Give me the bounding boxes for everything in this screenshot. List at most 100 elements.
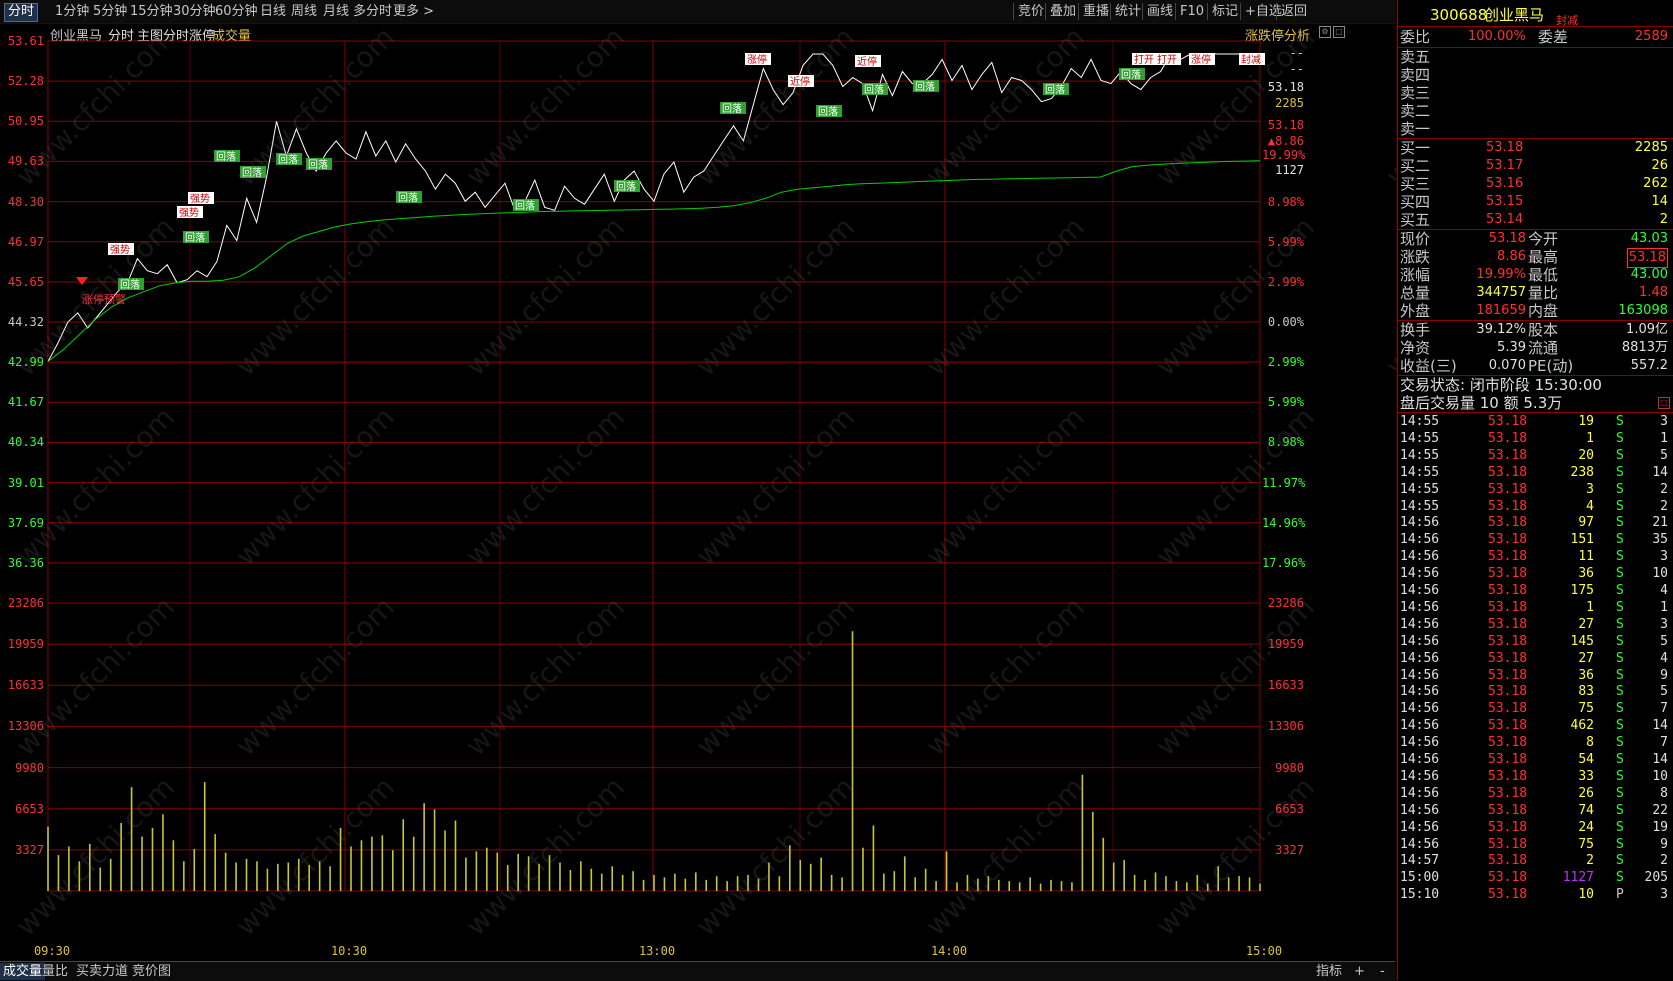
svg-text:封减: 封减: [1241, 53, 1261, 66]
tool-button-1[interactable]: 叠加: [1045, 3, 1076, 20]
ask-level-4: 卖四: [1400, 66, 1431, 84]
svg-text:回落: 回落: [1045, 84, 1065, 96]
timeframe-2[interactable]: 5分钟: [90, 3, 130, 20]
pullback-tag: 回落: [720, 102, 746, 115]
stock-code: 300688: [1430, 6, 1488, 24]
warning-icon: [76, 277, 88, 285]
svg-text:回落: 回落: [242, 167, 262, 179]
svg-text:回落: 回落: [864, 84, 884, 96]
svg-text:回落: 回落: [1121, 69, 1141, 81]
intraday-chart[interactable]: 回落回落回落回落回落 回落回落回落回落回落 回落回落 回落 回落回落强势强势强势涨停 涨停…: [0, 23, 1395, 961]
svg-text:回落: 回落: [120, 279, 140, 291]
pullback-tag: 回落: [276, 153, 302, 166]
stat-row: 现价 53.18 今开 43.03: [1400, 230, 1668, 248]
zoom-in-button[interactable]: +: [1354, 963, 1365, 980]
tool-button-4[interactable]: 画线: [1142, 3, 1173, 20]
tick-row: 14:56 53.18 24 S 19: [1400, 819, 1668, 835]
svg-text:回落: 回落: [722, 103, 742, 115]
svg-text:强势: 强势: [190, 192, 210, 205]
svg-text:强势: 强势: [179, 206, 199, 219]
pullback-tag: 回落: [183, 231, 209, 244]
tab-volume-ratio[interactable]: 量比: [42, 963, 68, 980]
near-limit-tag: 近停: [855, 55, 881, 68]
tick-row: 14:56 53.18 462 S 14: [1400, 718, 1668, 734]
timeframe-9[interactable]: 多分时: [350, 3, 395, 20]
pullback-tag: 回落: [118, 278, 144, 291]
tick-row: 14:56 53.18 75 S 7: [1400, 701, 1668, 717]
tab-buy-sell-force[interactable]: 买卖力道: [76, 963, 128, 980]
limit-up-tag: 涨停: [1189, 53, 1215, 66]
svg-text:打开: 打开: [1134, 53, 1154, 66]
timeframe-1[interactable]: 1分钟: [52, 3, 92, 20]
bid-level-1: 买一 53.18 2285: [1400, 139, 1668, 157]
tab-volume[interactable]: 成交量: [0, 963, 46, 980]
tick-row: 14:56 53.18 151 S 35: [1400, 532, 1668, 548]
bid-level-2: 买二 53.17 26: [1400, 157, 1668, 175]
svg-text:回落: 回落: [515, 200, 535, 212]
tick-row: 14:56 53.18 8 S 7: [1400, 735, 1668, 751]
quote-panel: 300688 创业黑马 封减 委比 100.00% 委差 2589 卖五 卖四 卖三…: [1397, 0, 1673, 980]
tool-button-6[interactable]: 标记: [1207, 3, 1238, 20]
strong-tag: 强势: [108, 243, 134, 256]
ask-level-5: 卖五: [1400, 48, 1431, 66]
pullback-tag: 回落: [513, 199, 539, 212]
tick-row: 14:55 53.18 3 S 2: [1400, 481, 1668, 497]
chart-frame: [47, 40, 1261, 892]
tick-row: 15:10 53.18 10 P 3: [1400, 887, 1668, 903]
commission-row: 委比 100.00% 委差 2589: [1400, 28, 1668, 46]
tool-button-5[interactable]: F10: [1175, 3, 1204, 20]
timeframe-6[interactable]: 日线: [257, 3, 289, 20]
limit-warning-text: 涨停预警: [82, 292, 126, 306]
fundamental-row: 换手 39.12% 股本 1.09亿: [1400, 321, 1668, 339]
timeframe-toolbar: 分时 1分钟 5分钟 15分钟 30分钟 60分钟 日线 周线 月线 多分时 更多 > 竞价 叠加 重播…: [0, 0, 1395, 24]
near-limit-tag: 近停: [788, 75, 814, 88]
tab-auction-chart[interactable]: 竞价图: [132, 963, 171, 980]
tick-row: 14:56 53.18 33 S 10: [1400, 768, 1668, 784]
svg-text:回落: 回落: [818, 106, 838, 118]
timeframe-3[interactable]: 15分钟: [127, 3, 176, 20]
opened-tag: 打开: [1155, 53, 1181, 66]
pullback-tag: 回落: [913, 80, 939, 93]
pullback-tag: 回落: [396, 191, 422, 204]
svg-text:近停: 近停: [790, 75, 810, 88]
timeframe-0[interactable]: 分时: [4, 3, 39, 22]
timeframe-10[interactable]: 更多 >: [390, 3, 437, 20]
pullback-tag: 回落: [240, 166, 266, 179]
limit-up-tag: 涨停: [745, 53, 771, 66]
tick-row: 14:55 53.18 4 S 2: [1400, 498, 1668, 514]
timeframe-8[interactable]: 月线: [320, 3, 352, 20]
timeframe-5[interactable]: 60分钟: [212, 3, 261, 20]
tick-row: 14:56 53.18 75 S 9: [1400, 836, 1668, 852]
fundamental-row: 净资 5.39 流通 8813万: [1400, 339, 1668, 357]
tick-row: 14:56 53.18 36 S 9: [1400, 667, 1668, 683]
tool-button-8[interactable]: 返回: [1276, 3, 1307, 20]
pullback-tag: 回落: [306, 158, 332, 171]
svg-text:打开: 打开: [1157, 53, 1177, 66]
pullback-tag: 回落: [614, 180, 640, 193]
tick-row: 14:56 53.18 27 S 3: [1400, 616, 1668, 632]
stat-row: 涨幅 19.99% 最低 43.00: [1400, 266, 1668, 284]
zoom-out-button[interactable]: -: [1380, 963, 1385, 980]
svg-text:回落: 回落: [185, 232, 205, 244]
stat-row: 涨跌 8.86 最高 53.18: [1400, 248, 1668, 268]
tool-button-0[interactable]: 竞价: [1013, 3, 1044, 20]
ask-level-2: 卖二: [1400, 102, 1431, 120]
tick-row: 14:56 53.18 54 S 14: [1400, 752, 1668, 767]
pullback-tag: 回落: [1043, 83, 1069, 96]
detail-icon[interactable]: □: [1658, 397, 1670, 409]
tick-row: 14:57 53.18 2 S 2: [1400, 853, 1668, 869]
tick-row: 14:56 53.18 175 S 4: [1400, 583, 1668, 598]
svg-text:回落: 回落: [616, 181, 636, 193]
svg-text:回落: 回落: [308, 159, 328, 171]
ask-level-3: 卖三: [1400, 84, 1431, 102]
average-price-line: [47, 160, 1261, 362]
timeframe-7[interactable]: 周线: [288, 3, 320, 20]
stat-row: 外盘 181659 内盘 163098: [1400, 302, 1668, 320]
trade-status: 交易状态: 闭市阶段 15:30:00: [1400, 376, 1602, 394]
indicator-button[interactable]: 指标: [1316, 963, 1342, 980]
opened-tag: 打开: [1132, 53, 1158, 66]
tool-button-2[interactable]: 重播: [1078, 3, 1109, 20]
ask-level-1: 卖一: [1400, 120, 1431, 138]
tool-button-3[interactable]: 统计: [1110, 3, 1141, 20]
tick-row: 14:55 53.18 19 S 3: [1400, 414, 1668, 429]
